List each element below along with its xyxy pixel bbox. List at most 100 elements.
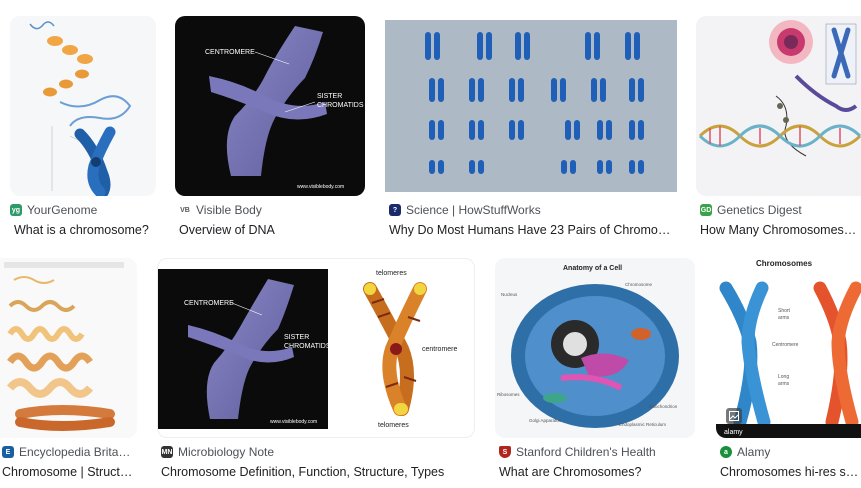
source-alamy[interactable]: a Alamy [720, 445, 770, 459]
karyotype-chromosome [425, 32, 431, 60]
source-stanford[interactable]: S Stanford Children's Health [499, 445, 656, 459]
result-image-britannica[interactable] [0, 258, 137, 438]
label-short: Short [778, 308, 791, 314]
karyotype-chromosome [438, 78, 444, 102]
favicon-icon: VB [179, 204, 191, 216]
result-title[interactable]: Overview of DNA [179, 223, 365, 237]
source-howstuffworks[interactable]: ? Science | HowStuffWorks [389, 203, 541, 217]
karyotype-chromosome [561, 160, 567, 174]
result-image-howstuffworks[interactable] [385, 20, 677, 192]
dna-packaging-diagram [4, 262, 124, 431]
karyotype-chromosome [638, 120, 644, 140]
karyotype-chromosome [434, 32, 440, 60]
karyotype-chromosome [551, 78, 557, 102]
result-image-visible-body[interactable]: CENTROMERE SISTER CHROMATIDS www.visible… [175, 16, 365, 196]
karyotype-chromosome [634, 32, 640, 60]
karyotype-chromosome [594, 32, 600, 60]
karyotype-chromosome [574, 120, 580, 140]
source-label: Microbiology Note [178, 445, 275, 459]
result-card-howstuffworks[interactable]: ? Science | HowStuffWorks Why Do Most Hu… [385, 16, 677, 242]
favicon-icon: ? [389, 204, 401, 216]
karyotype-chromosome [429, 160, 435, 174]
source-label: Stanford Children's Health [516, 445, 656, 459]
karyotype-chromosome [524, 32, 530, 60]
result-card-genetics-digest[interactable]: GD Genetics Digest How Many Chromosomes … [696, 16, 861, 242]
karyotype-chromosome [597, 160, 603, 174]
karyotype-chromosome [570, 160, 576, 174]
label-centromere: CENTROMERE [184, 300, 234, 307]
karyotype-image [425, 32, 644, 174]
favicon-icon: yg [10, 204, 22, 216]
result-image-genetics-digest[interactable] [696, 16, 861, 196]
karyotype-chromosome [600, 78, 606, 102]
karyotype-chromosome [477, 32, 483, 60]
karyotype-chromosome [625, 32, 631, 60]
watermark: www.visiblebody.com [270, 419, 317, 425]
label-mitochondrion: Mitochondrion [649, 404, 678, 409]
result-card-alamy[interactable]: Chromosomes Short arms Centromere Long a… [716, 258, 861, 484]
picture-icon [729, 411, 739, 421]
result-card-britannica[interactable]: E Encyclopedia Britannica Chromosome | S… [0, 258, 137, 484]
source-visible-body[interactable]: VB Visible Body [179, 203, 262, 217]
favicon-icon: E [2, 446, 14, 458]
karyotype-chromosome [478, 120, 484, 140]
karyotype-chromosome [469, 160, 475, 174]
alamy-heading: Chromosomes [756, 259, 813, 268]
result-title[interactable]: What is a chromosome? [14, 223, 154, 237]
result-title[interactable]: Chromosome Definition, Function, Structu… [161, 465, 473, 479]
result-title[interactable]: How Many Chromosomes Do Humans Have? [700, 223, 858, 237]
result-card-microbiology-note[interactable]: CENTROMERE SISTER CHROMATIDS www.visible… [157, 258, 475, 484]
karyotype-chromosome [429, 120, 435, 140]
label-chromosome: Chromosome [625, 282, 653, 287]
karyotype-chromosome [438, 120, 444, 140]
karyotype-chromosome [597, 120, 603, 140]
favicon-icon: GD [700, 204, 712, 216]
label-long: Long [778, 374, 789, 380]
karyotype-chromosome [629, 160, 635, 174]
result-title[interactable]: Chromosome | Structure, Function [2, 465, 135, 479]
label-centromere-side: centromere [422, 346, 458, 353]
label-er: Endoplasmic Reticulum [619, 422, 666, 427]
result-card-visible-body[interactable]: CENTROMERE SISTER CHROMATIDS www.visible… [175, 16, 365, 242]
label-telomeres-top: telomeres [376, 270, 407, 277]
label-sister: SISTER [284, 334, 309, 341]
source-genetics-digest[interactable]: GD Genetics Digest [700, 203, 802, 217]
source-label: Science | HowStuffWorks [406, 203, 541, 217]
source-yourgenome[interactable]: yg YourGenome [10, 203, 97, 217]
result-card-yourgenome[interactable]: yg YourGenome What is a chromosome? [10, 16, 156, 242]
karyotype-chromosome [469, 120, 475, 140]
chromosome-3d-image: CENTROMERE SISTER CHROMATIDS www.visible… [205, 26, 364, 190]
result-image-stanford[interactable]: Anatomy of a Cell Chromosome Nucleus Rib… [495, 258, 695, 438]
image-gallery-icon[interactable] [726, 408, 742, 424]
result-title[interactable]: What are Chromosomes? [499, 465, 695, 479]
label-ribosomes: Ribosomes [497, 392, 520, 397]
chromosome-telomere-image: CENTROMERE SISTER CHROMATIDS www.visible… [158, 269, 458, 429]
favicon-icon: MN [161, 446, 173, 458]
karyotype-chromosome [515, 32, 521, 60]
karyotype-chromosome [438, 160, 444, 174]
karyotype-chromosome [429, 78, 435, 102]
result-image-alamy[interactable]: Chromosomes Short arms Centromere Long a… [716, 258, 861, 438]
karyotype-chromosome [565, 120, 571, 140]
label-centromere: Centromere [772, 342, 799, 348]
alamy-brand: alamy [724, 429, 743, 436]
karyotype-chromosome [638, 160, 644, 174]
source-microbiology-note[interactable]: MN Microbiology Note [161, 445, 274, 459]
karyotype-chromosome [629, 120, 635, 140]
result-card-stanford[interactable]: Anatomy of a Cell Chromosome Nucleus Rib… [495, 258, 695, 484]
label-arms-1: arms [778, 315, 790, 321]
label-nucleus: Nucleus [501, 292, 518, 297]
result-image-microbiology-note[interactable]: CENTROMERE SISTER CHROMATIDS www.visible… [157, 258, 475, 438]
result-title[interactable]: Chromosomes hi-res stock photography [720, 465, 861, 479]
label-arms-2: arms [778, 381, 790, 387]
label-golgi: Golgi Apparatus [529, 418, 562, 423]
result-image-yourgenome[interactable] [10, 16, 156, 196]
label-centromere: CENTROMERE [205, 49, 255, 56]
karyotype-chromosome [606, 120, 612, 140]
source-britannica[interactable]: E Encyclopedia Britannica [2, 445, 137, 459]
source-label: Alamy [737, 445, 771, 459]
result-title[interactable]: Why Do Most Humans Have 23 Pairs of Chro… [389, 223, 671, 237]
cell-heading: Anatomy of a Cell [563, 265, 622, 272]
watermark: www.visiblebody.com [297, 184, 344, 190]
favicon-icon: a [720, 446, 732, 458]
